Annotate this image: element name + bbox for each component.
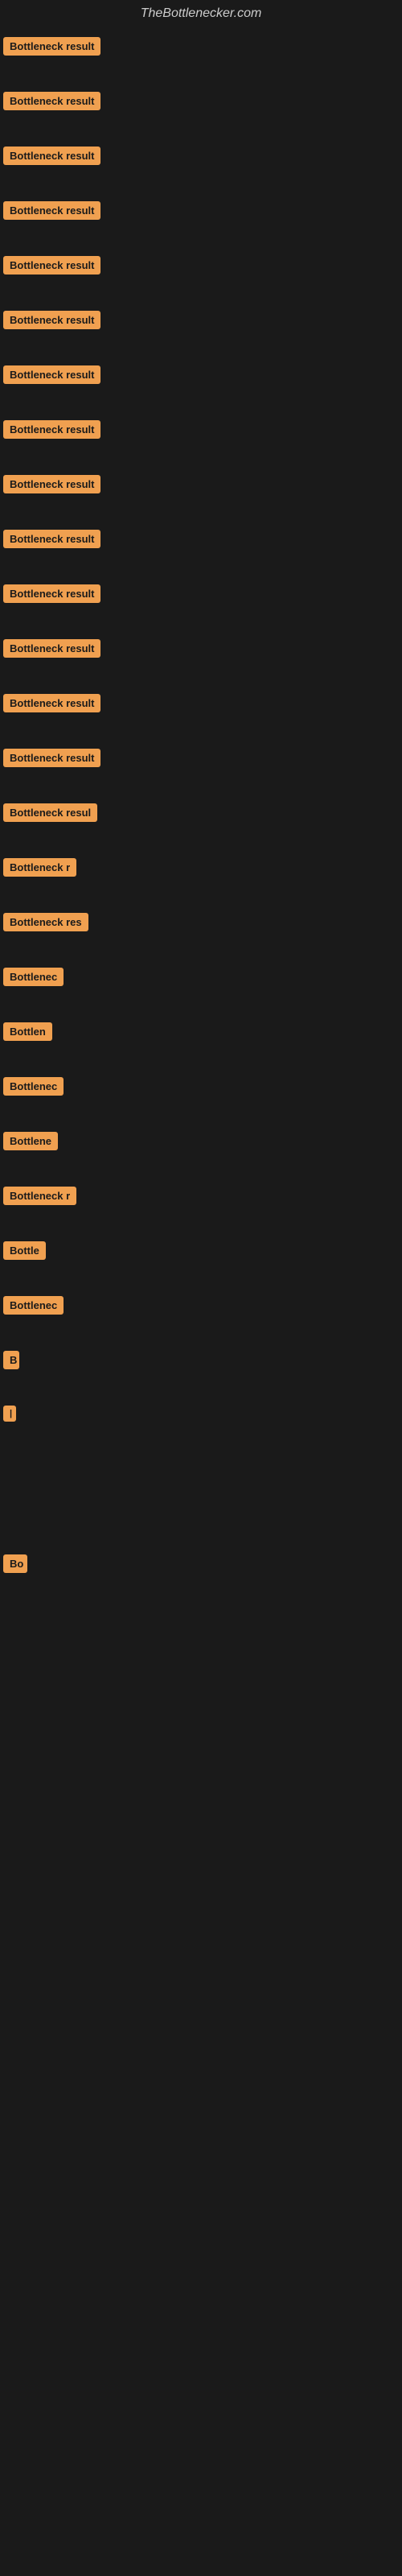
- bottleneck-badge[interactable]: Bottleneck result: [3, 584, 100, 603]
- list-item[interactable]: [3, 1456, 399, 1459]
- bottleneck-badge[interactable]: Bo: [3, 1554, 27, 1573]
- list-item[interactable]: Bottleneck result: [3, 309, 399, 335]
- bottleneck-badge[interactable]: Bottleneck result: [3, 92, 100, 110]
- bottleneck-badge[interactable]: Bottleneck result: [3, 475, 100, 493]
- list-item[interactable]: Bottlenec: [3, 1294, 399, 1320]
- list-item[interactable]: [3, 1488, 399, 1492]
- bottleneck-badge[interactable]: Bottleneck result: [3, 201, 100, 220]
- bottleneck-badge[interactable]: Bottleneck result: [3, 420, 100, 439]
- list-item[interactable]: Bottleneck r: [3, 1185, 399, 1211]
- list-item[interactable]: Bottleneck result: [3, 254, 399, 280]
- bottleneck-badge[interactable]: Bottleneck result: [3, 256, 100, 275]
- list-item[interactable]: Bottleneck result: [3, 419, 399, 444]
- bottleneck-badge[interactable]: Bottlenec: [3, 1296, 64, 1315]
- bottleneck-badge[interactable]: Bottleneck result: [3, 37, 100, 56]
- list-item[interactable]: Bottleneck result: [3, 692, 399, 718]
- list-item[interactable]: [3, 1521, 399, 1524]
- list-item[interactable]: Bottlenec: [3, 966, 399, 992]
- list-item[interactable]: Bottleneck res: [3, 911, 399, 937]
- list-item[interactable]: Bottleneck result: [3, 200, 399, 225]
- list-item[interactable]: Bottleneck result: [3, 90, 399, 116]
- bottleneck-badge[interactable]: Bottleneck result: [3, 749, 100, 767]
- list-item[interactable]: Bottlenec: [3, 1075, 399, 1101]
- list-item[interactable]: [3, 1672, 399, 1675]
- site-title: TheBottlenecker.com: [0, 0, 402, 27]
- list-item[interactable]: Bottlen: [3, 1021, 399, 1046]
- bottleneck-badge[interactable]: Bottleneck result: [3, 311, 100, 329]
- list-item[interactable]: Bottleneck r: [3, 857, 399, 882]
- list-item[interactable]: Bottleneck result: [3, 473, 399, 499]
- bottleneck-list: Bottleneck result Bottleneck result Bottle…: [0, 27, 402, 1688]
- list-item[interactable]: Bottleneck result: [3, 364, 399, 390]
- bottleneck-badge[interactable]: Bottlene: [3, 1132, 58, 1150]
- bottleneck-badge[interactable]: Bottleneck res: [3, 913, 88, 931]
- list-item[interactable]: Bottlene: [3, 1130, 399, 1156]
- list-item[interactable]: Bottleneck result: [3, 638, 399, 663]
- list-item[interactable]: |: [3, 1404, 399, 1427]
- list-item[interactable]: Bo: [3, 1553, 399, 1579]
- list-item[interactable]: Bottleneck result: [3, 583, 399, 609]
- bottleneck-badge[interactable]: Bottlenec: [3, 968, 64, 986]
- list-item[interactable]: B: [3, 1349, 399, 1375]
- bottleneck-badge[interactable]: Bottleneck resul: [3, 803, 97, 822]
- list-item[interactable]: Bottle: [3, 1240, 399, 1265]
- bottleneck-badge[interactable]: Bottleneck result: [3, 365, 100, 384]
- bottleneck-badge[interactable]: Bottlenec: [3, 1077, 64, 1096]
- bottleneck-badge[interactable]: B: [3, 1351, 19, 1369]
- bottleneck-badge[interactable]: Bottleneck result: [3, 694, 100, 712]
- bottleneck-badge[interactable]: Bottleneck result: [3, 530, 100, 548]
- list-item[interactable]: [3, 1640, 399, 1643]
- bottleneck-badge[interactable]: Bottleneck result: [3, 147, 100, 165]
- list-item[interactable]: Bottleneck result: [3, 528, 399, 554]
- bottleneck-badge[interactable]: Bottlen: [3, 1022, 52, 1041]
- bottleneck-badge[interactable]: Bottleneck r: [3, 858, 76, 877]
- list-item[interactable]: [3, 1608, 399, 1611]
- list-item[interactable]: Bottleneck result: [3, 145, 399, 171]
- bottleneck-badge[interactable]: Bottleneck result: [3, 639, 100, 658]
- list-item[interactable]: Bottleneck result: [3, 35, 399, 61]
- list-item[interactable]: Bottleneck resul: [3, 802, 399, 828]
- list-item[interactable]: Bottleneck result: [3, 747, 399, 773]
- bottleneck-badge: |: [3, 1406, 16, 1422]
- bottleneck-badge[interactable]: Bottleneck r: [3, 1187, 76, 1205]
- bottleneck-badge[interactable]: Bottle: [3, 1241, 46, 1260]
